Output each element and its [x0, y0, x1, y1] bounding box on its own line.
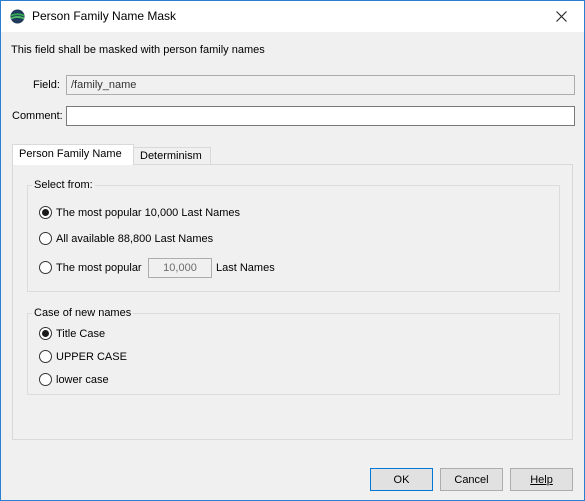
option-label-before: The most popular [56, 261, 142, 274]
radio-button[interactable] [39, 261, 52, 274]
option-label: Title Case [56, 327, 106, 340]
option-label: All available 88,800 Last Names [56, 232, 214, 245]
field-label: Field: [33, 79, 60, 91]
option-label: lower case [56, 373, 109, 386]
description-text: This field shall be masked with person f… [11, 44, 265, 56]
radio-button[interactable] [39, 206, 52, 219]
option-title-case[interactable]: Title Case [39, 327, 105, 340]
option-most-popular-custom[interactable]: The most popular [39, 261, 142, 274]
title-bar: Person Family Name Mask [1, 1, 584, 32]
tab-determinism[interactable]: Determinism [133, 147, 211, 164]
radio-button[interactable] [39, 373, 52, 386]
close-button[interactable] [538, 1, 584, 32]
select-from-title: Select from: [32, 179, 95, 191]
option-label: The most popular 10,000 Last Names [56, 206, 241, 219]
option-all-available[interactable]: All available 88,800 Last Names [39, 232, 213, 245]
close-icon [555, 11, 567, 22]
option-label-after: Last Names [216, 262, 275, 274]
ok-button[interactable]: OK [370, 468, 433, 491]
dialog-window: Person Family Name Mask This field shall… [0, 0, 585, 501]
popular-count-input[interactable]: 10,000 [148, 258, 212, 278]
globe-app-icon [10, 9, 25, 24]
radio-button[interactable] [39, 327, 52, 340]
option-upper-case[interactable]: UPPER CASE [39, 350, 127, 363]
comment-input[interactable] [66, 106, 575, 126]
radio-button[interactable] [39, 350, 52, 363]
cancel-button[interactable]: Cancel [440, 468, 503, 491]
help-button[interactable]: Help [510, 468, 573, 491]
radio-button[interactable] [39, 232, 52, 245]
field-path-input: /family_name [66, 75, 575, 95]
case-group-title: Case of new names [32, 307, 134, 319]
comment-label: Comment: [12, 110, 63, 122]
option-lower-case[interactable]: lower case [39, 373, 109, 386]
option-popular-10000[interactable]: The most popular 10,000 Last Names [39, 206, 240, 219]
option-label: UPPER CASE [56, 350, 127, 363]
tab-person-family-name[interactable]: Person Family Name [12, 144, 134, 165]
window-title: Person Family Name Mask [32, 9, 177, 23]
